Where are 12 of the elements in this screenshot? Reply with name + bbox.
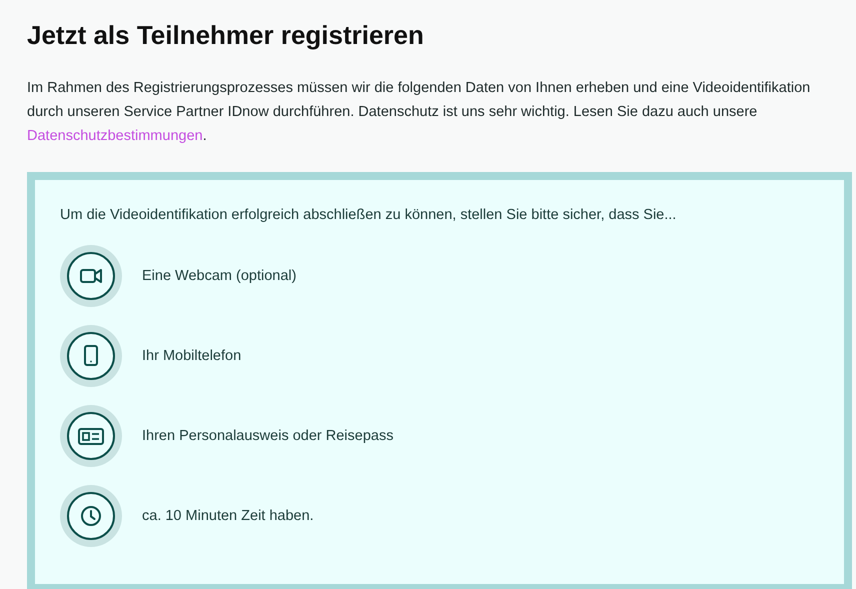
requirement-text: ca. 10 Minuten Zeit haben. (142, 508, 314, 524)
privacy-link[interactable]: Datenschutzbestimmungen (27, 128, 203, 144)
intro-paragraph: Im Rahmen des Registrierungsprozesses müssen wir die folgenden Daten von Ihnen erheben und eine Videoidentifikation durch unseren Service Partner IDnow durchführen. Datenschutz ist uns sehr wichtig. Lesen Sie dazu auch unsere Datenschutzbestimmungen. (27, 79, 812, 146)
requirement-text: Ihren Personalausweis oder Reisepass (142, 428, 394, 444)
phone-icon (60, 325, 122, 387)
page-heading: Jetzt als Teilnehmer registrieren (27, 19, 425, 52)
requirement-text: Ihr Mobiltelefon (142, 348, 242, 364)
id-card-icon (60, 405, 122, 467)
requirement-text: Eine Webcam (optional) (142, 268, 296, 284)
clock-icon (60, 485, 122, 547)
video-camera-icon (60, 245, 122, 307)
panel-lead-text: Um die Videoidentifikation erfolgreich abschließen zu können, stellen Sie bitte sicher, dass Sie... (60, 206, 678, 225)
